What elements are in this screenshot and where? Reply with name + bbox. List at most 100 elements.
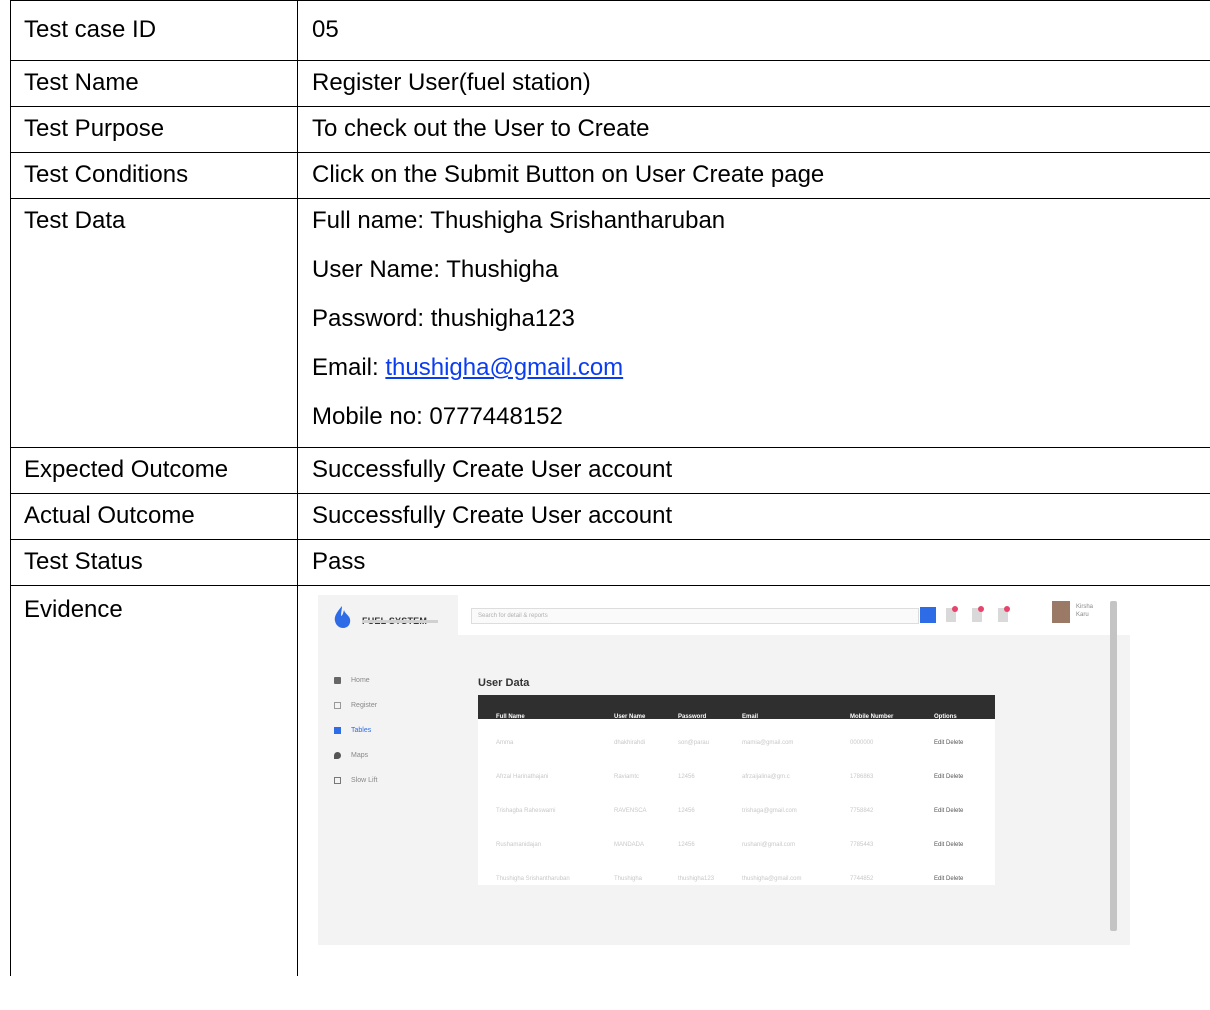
map-pin-icon [334, 751, 341, 759]
row-options-actions[interactable]: Edit Delete [934, 831, 963, 859]
table-cell: Thushigha [614, 876, 643, 882]
table-cell: 12456 [678, 842, 695, 848]
table-cell: Rushamanidajan [496, 842, 542, 848]
col-full-name: Full Name [496, 714, 525, 720]
nav-register-label: Register [351, 702, 378, 709]
row-test-conditions: Test Conditions Click on the Submit Butt… [10, 152, 1210, 199]
table-cell: thushigha@gmail.com [742, 876, 802, 882]
nav-slow-lift[interactable]: Slow Lift [334, 767, 377, 795]
label-test-purpose: Test Purpose [10, 106, 298, 153]
table-cell: Raviamtc [614, 774, 640, 780]
value-test-case-id: 05 [297, 0, 1210, 61]
value-test-data: Full name: Thushigha Srishantharuban Use… [297, 198, 1210, 448]
nav-home[interactable]: Home [334, 667, 370, 695]
col-options: Options [934, 714, 957, 720]
nav-home-label: Home [351, 677, 370, 684]
row-options-actions[interactable]: Edit Delete [934, 729, 963, 757]
data-mobile: Mobile no: 0777448152 [312, 403, 563, 430]
nav-slow-lift-label: Slow Lift [351, 777, 378, 784]
table-cell: 0000000 [850, 740, 874, 746]
data-email: Email: thushigha@gmail.com [312, 354, 1199, 403]
search-button[interactable] [920, 607, 936, 623]
screenshot-user-name: Kirsha Karu [1076, 603, 1093, 619]
value-evidence: FUEL SYSTEM Home Register Tables Maps Sl… [297, 585, 1210, 976]
table-cell: MANDADA [614, 842, 645, 848]
table-cell: Afrzal Harinathajani [496, 774, 549, 780]
table-cell: 7785443 [850, 842, 874, 848]
user-data-table-header: Full Name User Name Password Email Mobil… [478, 695, 995, 720]
table-cell: 7744852 [850, 876, 874, 882]
table-cell: dhakhirahdi [614, 740, 646, 746]
avatar[interactable] [1052, 601, 1070, 623]
col-email: Email [742, 714, 759, 720]
label-expected-outcome: Expected Outcome [10, 447, 298, 494]
notification-badge [952, 606, 958, 612]
col-password: Password [678, 714, 707, 720]
table-cell: 1786863 [850, 774, 874, 780]
value-actual-outcome: Successfully Create User account [297, 493, 1210, 540]
register-icon [334, 701, 341, 709]
nav-tables[interactable]: Tables [334, 717, 371, 745]
table-cell: Amma [496, 740, 514, 746]
nav-maps-label: Maps [351, 752, 369, 759]
table-icon [334, 726, 341, 734]
table-cell: 12456 [678, 808, 695, 814]
row-options-actions[interactable]: Edit Delete [934, 865, 963, 893]
label-test-conditions: Test Conditions [10, 152, 298, 199]
monitor-icon [334, 776, 341, 784]
table-cell: Trishagba Raheswami [496, 808, 556, 814]
user-name-line1: Kirsha [1076, 604, 1094, 610]
flame-logo-icon [334, 606, 351, 628]
screenshot-scrollbar[interactable] [1110, 601, 1117, 931]
row-test-case-id: Test case ID 05 [10, 0, 1210, 61]
label-actual-outcome: Actual Outcome [10, 493, 298, 540]
label-test-case-id: Test case ID [10, 0, 298, 61]
row-test-data: Test Data Full name: Thushigha Srishanth… [10, 198, 1210, 448]
table-cell: thushigha123 [678, 876, 715, 882]
label-test-status: Test Status [10, 539, 298, 586]
col-mobile-number: Mobile Number [850, 714, 894, 720]
row-expected-outcome: Expected Outcome Successfully Create Use… [10, 447, 1210, 494]
nav-tables-label: Tables [351, 727, 372, 734]
home-icon [334, 676, 341, 684]
data-full-name: Full name: Thushigha Srishantharuban [312, 207, 726, 234]
table-cell: Thushigha Srishantharuban [496, 876, 570, 882]
logo-subtitle-bar [362, 620, 438, 623]
value-test-status: Pass [297, 539, 1210, 586]
row-options-actions[interactable]: Edit Delete [934, 763, 963, 791]
user-name-line2: Karu [1076, 612, 1089, 618]
row-options-actions[interactable]: Edit Delete [934, 797, 963, 825]
screenshot-page-title: User Data [478, 677, 530, 689]
table-cell: son@parau [678, 740, 710, 746]
table-cell: trishaga@gmail.com [742, 808, 797, 814]
message-badge [978, 606, 984, 612]
value-expected-outcome: Successfully Create User account [297, 447, 1210, 494]
nav-register[interactable]: Register [334, 692, 377, 720]
email-prefix: Email: [312, 354, 386, 381]
label-evidence: Evidence [10, 585, 298, 976]
data-user-name: User Name: Thushigha [312, 256, 559, 283]
value-test-purpose: To check out the User to Create [297, 106, 1210, 153]
data-password: Password: thushigha123 [312, 305, 575, 332]
col-user-name: User Name [614, 714, 646, 720]
search-input[interactable]: Search for detail & reports [471, 608, 919, 624]
row-test-name: Test Name Register User(fuel station) [10, 60, 1210, 107]
table-cell: RAVENSCA [614, 808, 647, 814]
nav-maps[interactable]: Maps [334, 742, 368, 770]
alert-badge [1004, 606, 1010, 612]
screenshot-topbar: Search for detail & reports Kirsha Karu [458, 595, 1130, 635]
table-cell: mamia@gmail.com [742, 740, 794, 746]
value-test-conditions: Click on the Submit Button on User Creat… [297, 152, 1210, 199]
screenshot-sidebar: FUEL SYSTEM Home Register Tables Maps Sl… [318, 595, 458, 945]
table-cell: rushani@gmail.com [742, 842, 796, 848]
label-test-name: Test Name [10, 60, 298, 107]
row-actual-outcome: Actual Outcome Successfully Create User … [10, 493, 1210, 540]
row-test-purpose: Test Purpose To check out the User to Cr… [10, 106, 1210, 153]
email-link[interactable]: thushigha@gmail.com [385, 354, 623, 381]
evidence-screenshot: FUEL SYSTEM Home Register Tables Maps Sl… [318, 595, 1130, 945]
value-test-name: Register User(fuel station) [297, 60, 1210, 107]
table-cell: afrzaijalina@gm.c [742, 774, 790, 780]
table-cell: 7758842 [850, 808, 874, 814]
label-test-data: Test Data [10, 198, 298, 448]
row-test-status: Test Status Pass [10, 539, 1210, 586]
